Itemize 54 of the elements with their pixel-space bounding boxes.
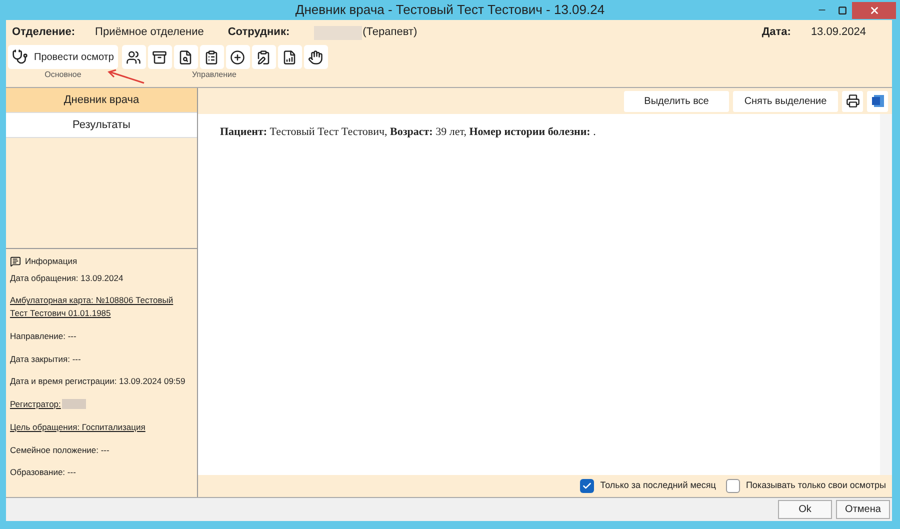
print-button[interactable] (842, 90, 863, 112)
employee-role: (Терапевт) (362, 25, 418, 40)
maximize-icon (838, 6, 846, 14)
group-label: Управление (192, 69, 238, 81)
group-label: Основное (44, 69, 82, 81)
annotation-arrow (106, 69, 146, 85)
toolbar-button[interactable] (304, 45, 328, 69)
checkbox-label: Показывать только свои осмотры (746, 479, 886, 492)
employee-label: Сотрудник: (228, 25, 290, 40)
people-icon (126, 50, 142, 64)
checkbox-label: Только за последний месяц (600, 479, 716, 492)
deselect-button[interactable]: Снять выделение (733, 90, 838, 112)
hand-icon (308, 50, 324, 64)
info-text: Дата закрытия: --- (10, 352, 82, 366)
sidebar-tab[interactable]: Результаты (6, 113, 197, 138)
info-title: Информация (25, 254, 78, 268)
toolbar-button[interactable] (226, 45, 250, 69)
select-all-button[interactable]: Выделить все (624, 90, 729, 112)
info-link[interactable]: Амбулаторная карта: №108806 Тестовый Тест Тестович 01.01.1985 (10, 294, 180, 320)
date-label: Дата: (762, 25, 791, 40)
examine-button[interactable]: Провести осмотр (8, 45, 118, 69)
word-export-button[interactable] (867, 90, 888, 112)
toolbar-button[interactable] (174, 45, 198, 69)
stethoscope-icon (12, 49, 28, 65)
info-link[interactable]: Регистратор: (10, 398, 61, 411)
info-text: Образование: --- (10, 466, 77, 479)
check-icon (582, 481, 592, 491)
sidebar-tab[interactable]: Дневник врача (6, 88, 197, 113)
toolbar-button[interactable] (278, 45, 302, 69)
clipboard-edit-icon (256, 50, 272, 64)
info-text: Дата обращения: 13.09.2024 (10, 272, 124, 284)
report-chart-icon (282, 50, 298, 64)
close-button[interactable] (852, 2, 896, 18)
checkbox[interactable] (726, 479, 740, 493)
department-label: Отделение: (12, 25, 76, 40)
date-value: 13.09.2024 (810, 25, 866, 40)
info-text: Семейное положение: --- (10, 444, 110, 456)
toolbar-button[interactable] (148, 45, 172, 69)
close-icon (868, 4, 880, 16)
info-link[interactable]: Цель обращения: Госпитализация (10, 420, 180, 434)
dialog-button[interactable]: Отмена (836, 500, 890, 519)
patient-summary: Пациент: Тестовый Тест Тестович, Возраст: 39 лет, Номер истории болезни: . (220, 125, 597, 140)
note-icon (10, 256, 21, 267)
toolbar-button[interactable] (252, 45, 276, 69)
info-text: Дата и время регистрации: 13.09.2024 09:59 (10, 375, 186, 388)
toolbar-button[interactable] (122, 45, 146, 69)
info-text: Направление: --- (10, 330, 78, 342)
document-search-icon (178, 50, 194, 64)
toolbar-button[interactable] (200, 45, 224, 69)
department-value: Приёмное отделение (95, 25, 204, 40)
window-title: Дневник врача - Тестовый Тест Тестович - 13.09.24 (295, 1, 605, 20)
dialog-button[interactable]: Ok (778, 500, 832, 519)
redacted-block (62, 399, 86, 410)
checkbox[interactable] (580, 479, 594, 493)
